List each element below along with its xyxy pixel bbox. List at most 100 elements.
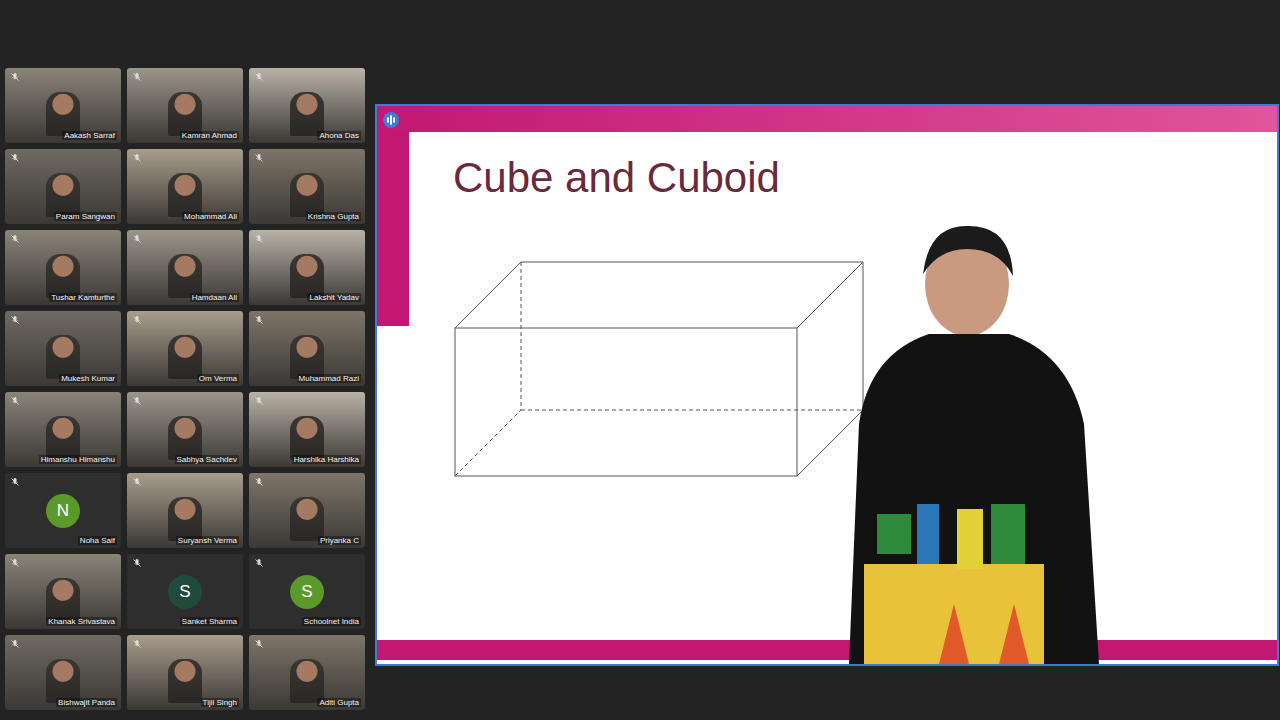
participant-tile[interactable]: S Sanket Sharma: [127, 554, 243, 629]
participant-tile[interactable]: Harshika Harshika: [249, 392, 365, 467]
participant-video: [168, 335, 202, 379]
participant-name: Harshika Harshika: [292, 455, 361, 464]
participant-name: Sanket Sharma: [180, 617, 239, 626]
participant-name: Khanak Srivastava: [46, 617, 117, 626]
participant-name: Lakshit Yadav: [307, 293, 361, 302]
muted-mic-icon: [132, 234, 142, 244]
muted-mic-icon: [254, 639, 264, 649]
muted-mic-icon: [254, 315, 264, 325]
muted-mic-icon: [132, 477, 142, 487]
participant-tile[interactable]: Tushar Kamturthe: [5, 230, 121, 305]
muted-mic-icon: [254, 396, 264, 406]
participant-name: Suryansh Verma: [176, 536, 239, 545]
participant-video: [290, 416, 324, 460]
participant-name: Krishna Gupta: [306, 212, 361, 221]
participant-name: Schoolnet India: [302, 617, 361, 626]
participant-tile[interactable]: Tijil Singh: [127, 635, 243, 710]
muted-mic-icon: [10, 639, 20, 649]
muted-mic-icon: [10, 153, 20, 163]
participant-name: Sabhya Sachdev: [175, 455, 240, 464]
participant-video: [168, 659, 202, 703]
participant-name: Priyanka C: [318, 536, 361, 545]
participant-tile[interactable]: S Schoolnet India: [249, 554, 365, 629]
participant-name: Himanshu Himanshu: [39, 455, 117, 464]
participant-tile[interactable]: N Noha Saif: [5, 473, 121, 548]
participant-name: Aakash Sarraf: [62, 131, 117, 140]
participant-video: [168, 497, 202, 541]
participant-tile[interactable]: Mukesh Kumar: [5, 311, 121, 386]
participant-tile[interactable]: Muhammad Razi: [249, 311, 365, 386]
muted-mic-icon: [10, 477, 20, 487]
muted-mic-icon: [132, 72, 142, 82]
muted-mic-icon: [254, 558, 264, 568]
participant-name: Om Verma: [197, 374, 239, 383]
participant-tile[interactable]: Krishna Gupta: [249, 149, 365, 224]
shared-screen: Cube and Cuboid: [375, 104, 1279, 666]
participant-name: Tushar Kamturthe: [49, 293, 117, 302]
participant-name: Hamdaan Ali: [190, 293, 239, 302]
participant-tile[interactable]: Khanak Srivastava: [5, 554, 121, 629]
participant-tile[interactable]: Priyanka C: [249, 473, 365, 548]
muted-mic-icon: [10, 315, 20, 325]
muted-mic-icon: [132, 396, 142, 406]
participant-video: [46, 578, 80, 622]
slide-band: [377, 106, 1277, 132]
participant-video: [290, 254, 324, 298]
participant-video: [168, 416, 202, 460]
muted-mic-icon: [132, 153, 142, 163]
participant-name: Param Sangwan: [54, 212, 117, 221]
participant-video: [46, 173, 80, 217]
participant-video: [290, 497, 324, 541]
participant-video: [46, 416, 80, 460]
participant-name: Mukesh Kumar: [59, 374, 117, 383]
participant-name: Tijil Singh: [201, 698, 239, 707]
participant-tile[interactable]: Lakshit Yadav: [249, 230, 365, 305]
muted-mic-icon: [10, 72, 20, 82]
participant-video: [168, 92, 202, 136]
participant-video: [46, 335, 80, 379]
participant-tile[interactable]: Hamdaan Ali: [127, 230, 243, 305]
participant-name: Ahona Das: [317, 131, 361, 140]
meeting-window: Aakash Sarraf Kamran Ahmad Ahona Das Par…: [0, 0, 1280, 720]
participant-video: [290, 92, 324, 136]
participant-avatar: N: [46, 494, 80, 528]
muted-mic-icon: [132, 315, 142, 325]
participant-tile[interactable]: Himanshu Himanshu: [5, 392, 121, 467]
participant-name: Kamran Ahmad: [180, 131, 239, 140]
participant-video: [290, 659, 324, 703]
participant-avatar: S: [290, 575, 324, 609]
muted-mic-icon: [132, 558, 142, 568]
muted-mic-icon: [254, 72, 264, 82]
participant-tile[interactable]: Suryansh Verma: [127, 473, 243, 548]
participant-avatar: S: [168, 575, 202, 609]
participant-name: Muhammad Razi: [297, 374, 361, 383]
participant-name: Noha Saif: [78, 536, 117, 545]
participant-tile[interactable]: Kamran Ahmad: [127, 68, 243, 143]
speaking-icon: [383, 112, 399, 128]
presenter-video: [799, 204, 1159, 664]
participant-tile[interactable]: Bishwajit Panda: [5, 635, 121, 710]
muted-mic-icon: [10, 558, 20, 568]
participant-video: [46, 92, 80, 136]
participant-tile[interactable]: Aakash Sarraf: [5, 68, 121, 143]
participant-video: [46, 659, 80, 703]
cuboid-drawing-icon: [453, 260, 873, 480]
participant-video: [290, 173, 324, 217]
participant-tile[interactable]: Ahona Das: [249, 68, 365, 143]
participant-video: [290, 335, 324, 379]
participant-tile[interactable]: Om Verma: [127, 311, 243, 386]
participant-tile[interactable]: Sabhya Sachdev: [127, 392, 243, 467]
participant-tile[interactable]: Aditi Gupta: [249, 635, 365, 710]
slide-title: Cube and Cuboid: [453, 154, 1277, 202]
participant-video: [168, 254, 202, 298]
participant-grid: Aakash Sarraf Kamran Ahmad Ahona Das Par…: [5, 68, 365, 710]
participant-name: Mohammad Ali: [182, 212, 239, 221]
muted-mic-icon: [254, 477, 264, 487]
participant-tile[interactable]: Param Sangwan: [5, 149, 121, 224]
muted-mic-icon: [10, 396, 20, 406]
participant-tile[interactable]: Mohammad Ali: [127, 149, 243, 224]
muted-mic-icon: [10, 234, 20, 244]
participant-video: [168, 173, 202, 217]
participant-video: [46, 254, 80, 298]
muted-mic-icon: [132, 639, 142, 649]
